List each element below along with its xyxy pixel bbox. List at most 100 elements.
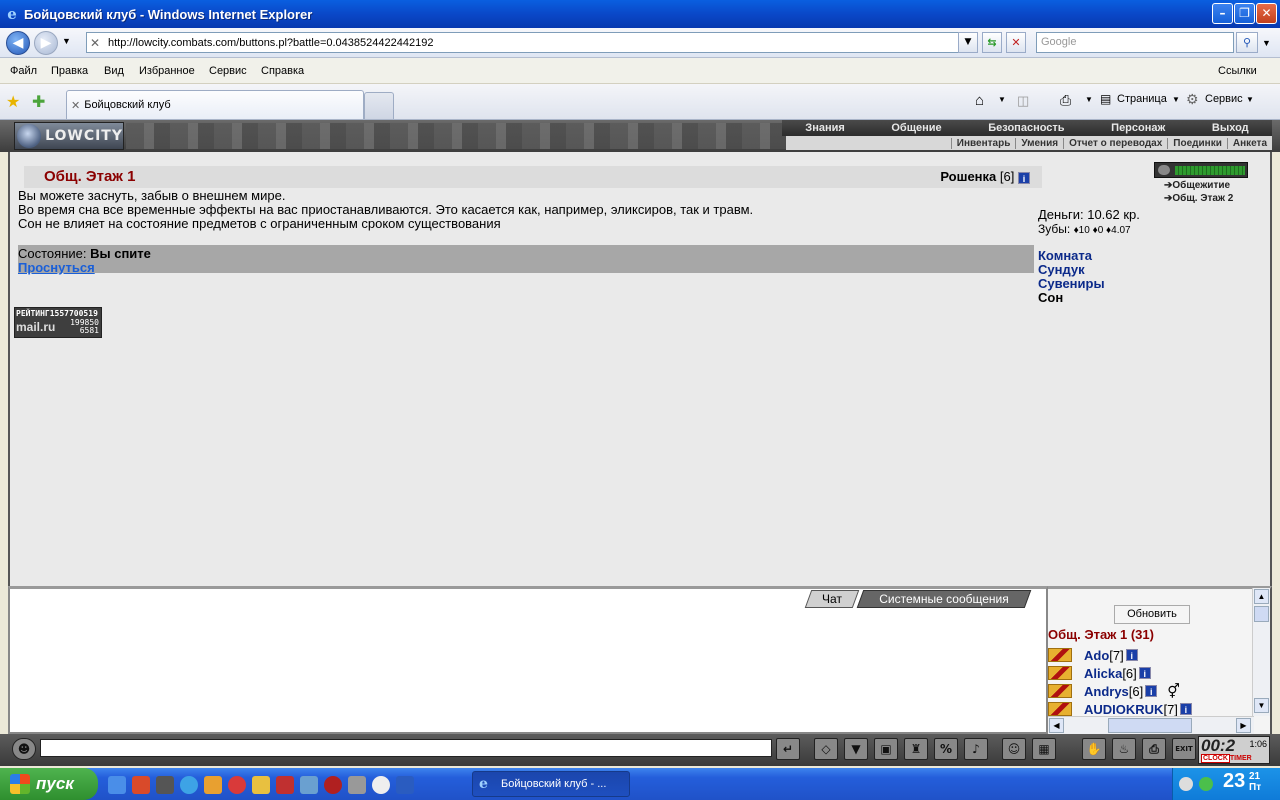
ie-quicklaunch-icon[interactable] (108, 776, 126, 794)
player-quicklaunch-icon[interactable] (372, 776, 390, 794)
private-arrow-icon[interactable] (1048, 684, 1072, 698)
location-link-dorm[interactable]: ➔Общежитие (1164, 180, 1230, 191)
home-icon[interactable]: ⌂ (975, 92, 984, 109)
maximize-button[interactable]: ❐ (1234, 3, 1255, 24)
address-bar[interactable]: ✕ http://lowcity.combats.com/buttons.pl?… (86, 32, 976, 53)
home-dropdown-icon[interactable]: ▼ (998, 95, 1006, 104)
link-room[interactable]: Комната (1038, 248, 1092, 263)
fight-icon[interactable]: ♜ (904, 738, 928, 760)
list-item[interactable]: Andrys [6] i ⚥ (1048, 682, 1180, 700)
nav-communication[interactable]: Общение (891, 122, 941, 134)
calc-quicklaunch-icon[interactable] (348, 776, 366, 794)
search-button[interactable]: ⚲ (1236, 32, 1258, 53)
taskbar-item-ie[interactable]: e Бойцовский клуб - ... (472, 771, 630, 797)
link-chest[interactable]: Сундук (1038, 262, 1085, 277)
smile-menu-icon[interactable]: ☻ (12, 738, 36, 760)
filter-icon[interactable]: ▼ (844, 738, 868, 760)
wake-up-link[interactable]: Проснуться (18, 260, 95, 275)
send-icon[interactable]: ↵ (776, 738, 800, 760)
page-menu[interactable]: Страница (1117, 93, 1167, 105)
player-nick[interactable]: Рошенка [6] i (940, 169, 1030, 184)
print-chat-icon[interactable]: ⎙ (1142, 738, 1166, 760)
nav-security[interactable]: Безопасность (988, 122, 1064, 134)
list-item[interactable]: Ado [7] i (1048, 646, 1138, 664)
tray-network-icon[interactable] (1199, 777, 1213, 791)
subnav-skills[interactable]: Умения (1015, 137, 1063, 149)
private-arrow-icon[interactable] (1048, 666, 1072, 680)
subnav-transfers[interactable]: Отчет о переводах (1063, 137, 1167, 149)
user-list-hscrollbar[interactable]: ◀ ▶ (1048, 716, 1254, 734)
folder-quicklaunch-icon[interactable] (252, 776, 270, 794)
info-icon[interactable]: i (1179, 703, 1192, 715)
menu-file[interactable]: Файл (10, 65, 37, 77)
translit-icon[interactable]: % (934, 738, 958, 760)
tab-chat[interactable]: Чат (804, 590, 860, 608)
feeds-icon[interactable]: ◫ (1017, 93, 1029, 109)
opera-quicklaunch-icon[interactable] (132, 776, 150, 794)
tray-arrow-icon[interactable] (1179, 777, 1193, 791)
link-souvenirs[interactable]: Сувениры (1038, 276, 1105, 291)
subnav-profile[interactable]: Анкета (1226, 137, 1272, 149)
nav-knowledge[interactable]: Знания (805, 122, 844, 134)
stop-button[interactable]: ✕ (1006, 32, 1026, 53)
rating-counter[interactable]: РЕЙТИНГ1557700519 mail.ru 199850 6581 (14, 307, 102, 338)
search-options-icon[interactable]: ▼ (1262, 38, 1271, 48)
smiles-icon[interactable]: ☺ (1002, 738, 1026, 760)
hand-icon[interactable]: ♨ (1112, 738, 1136, 760)
skype-quicklaunch-icon[interactable] (180, 776, 198, 794)
add-favorites-icon[interactable]: ✚ (32, 92, 45, 112)
private-arrow-icon[interactable] (1048, 648, 1072, 662)
search-input[interactable]: Google (1036, 32, 1234, 53)
info-icon[interactable]: i (1138, 667, 1151, 679)
menu-view[interactable]: Вид (104, 65, 124, 77)
links-menu[interactable]: Ссылки (1218, 65, 1257, 77)
tool-quicklaunch-icon[interactable] (204, 776, 222, 794)
menu-favorites[interactable]: Избранное (139, 65, 195, 77)
favorites-star-icon[interactable]: ★ (6, 92, 20, 112)
refresh-users-button[interactable]: Обновить (1114, 605, 1190, 624)
tab-system-messages[interactable]: Системные сообщения (856, 590, 1032, 608)
subnav-battles[interactable]: Поединки (1167, 137, 1227, 149)
forward-button[interactable]: ▶ (34, 31, 58, 55)
scroll-icon[interactable]: ✋ (1082, 738, 1106, 760)
page-dropdown-icon[interactable]: ▼ (1172, 95, 1180, 104)
info-icon[interactable]: i (1145, 685, 1158, 697)
private-arrow-icon[interactable] (1048, 702, 1072, 716)
save-icon[interactable]: ▣ (874, 738, 898, 760)
clear-icon[interactable]: ◇ (814, 738, 838, 760)
settings-icon[interactable]: ▦ (1032, 738, 1056, 760)
back-button[interactable]: ◀ (6, 31, 30, 55)
menu-edit[interactable]: Правка (51, 65, 88, 77)
info-icon[interactable]: i (1018, 171, 1030, 184)
minimize-button[interactable]: – (1212, 3, 1233, 24)
exit-icon[interactable]: EXIT (1172, 738, 1196, 760)
history-dropdown-icon[interactable]: ▼ (62, 36, 71, 46)
start-button[interactable]: пуск (0, 768, 98, 800)
bug-quicklaunch-icon[interactable] (324, 776, 342, 794)
app-quicklaunch-icon[interactable] (156, 776, 174, 794)
refresh-button[interactable]: ⇆ (982, 32, 1002, 53)
menu-help[interactable]: Справка (261, 65, 304, 77)
subnav-inventory[interactable]: Инвентарь (950, 137, 1016, 149)
media-quicklaunch-icon[interactable] (228, 776, 246, 794)
menu-tools[interactable]: Сервис (209, 65, 247, 77)
chat-input[interactable] (40, 739, 772, 757)
tools-menu[interactable]: Сервис (1205, 93, 1243, 105)
print-icon[interactable]: ⎙ (1060, 92, 1071, 109)
new-tab-button[interactable] (364, 92, 394, 119)
game-quicklaunch-icon[interactable] (276, 776, 294, 794)
window-quicklaunch-icon[interactable] (300, 776, 318, 794)
address-dropdown-button[interactable]: ▼ (958, 32, 978, 53)
tab-active[interactable]: ✕ Бойцовский клуб (66, 90, 364, 119)
location-link-floor2[interactable]: ➔Общ. Этаж 2 (1164, 193, 1233, 204)
list-item[interactable]: Alicka [6] i (1048, 664, 1151, 682)
nav-character[interactable]: Персонаж (1111, 122, 1165, 134)
info-icon[interactable]: i (1125, 649, 1138, 661)
close-button[interactable]: ✕ (1256, 3, 1277, 24)
nav-exit[interactable]: Выход (1212, 122, 1249, 134)
word-quicklaunch-icon[interactable] (396, 776, 414, 794)
sound-icon[interactable]: ♪ (964, 738, 988, 760)
print-dropdown-icon[interactable]: ▼ (1085, 95, 1093, 104)
tools-dropdown-icon[interactable]: ▼ (1246, 95, 1254, 104)
user-list-scrollbar[interactable]: ▲ ▼ (1252, 588, 1270, 716)
